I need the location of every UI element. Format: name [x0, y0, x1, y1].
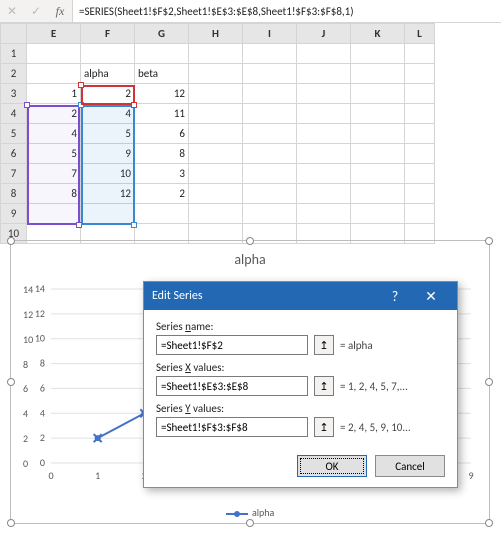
rowhead-7[interactable]: 7 — [1, 164, 27, 184]
series-x-result: = 1, 2, 4, 5, 7,... — [340, 380, 408, 393]
cell-G2[interactable]: beta — [135, 64, 189, 84]
rowhead-5[interactable]: 5 — [1, 124, 27, 144]
sheet-table: E F G H I J K L 1 2alphabeta 31212 42411… — [0, 23, 435, 244]
legend-marker-icon — [226, 513, 248, 515]
cell-F2[interactable]: alpha — [81, 64, 135, 84]
cell-G3[interactable]: 12 — [135, 84, 189, 104]
fx-icon[interactable]: fx — [48, 0, 72, 22]
series-y-label: Series Y values: — [156, 402, 445, 415]
cell-F7[interactable]: 10 — [81, 164, 135, 184]
cell-F4[interactable]: 4 — [81, 104, 135, 124]
rowhead-4[interactable]: 4 — [1, 104, 27, 124]
legend-label: alpha — [252, 506, 274, 519]
colhead-J[interactable]: J — [297, 24, 351, 44]
cell-E5[interactable]: 4 — [27, 124, 81, 144]
close-icon[interactable]: ✕ — [413, 288, 449, 305]
colhead-F[interactable]: F — [81, 24, 135, 44]
cell-E3[interactable]: 1 — [27, 84, 81, 104]
cell-F8[interactable]: 12 — [81, 184, 135, 204]
cell-G1[interactable] — [135, 44, 189, 64]
svg-text:1: 1 — [95, 469, 100, 482]
accept-formula-icon[interactable]: ✓ — [24, 0, 48, 22]
colhead-H[interactable]: H — [189, 24, 243, 44]
y-tick-label: 6 — [23, 382, 41, 395]
colhead-I[interactable]: I — [243, 24, 297, 44]
cell-F5[interactable]: 5 — [81, 124, 135, 144]
cell-E4[interactable]: 2 — [27, 104, 81, 124]
series-name-result: = alpha — [340, 339, 373, 352]
y-tick-label: 8 — [23, 358, 41, 371]
y-tick-label: 12 — [23, 308, 41, 321]
cell-G7[interactable]: 3 — [135, 164, 189, 184]
series-name-input[interactable]: =Sheet1!$F$2 — [156, 335, 308, 355]
rowhead-3[interactable]: 3 — [1, 84, 27, 104]
ok-button[interactable]: OK — [297, 455, 367, 477]
chart-legend[interactable]: alpha — [11, 506, 489, 519]
dialog-titlebar[interactable]: Edit Series ? ✕ — [144, 282, 457, 310]
svg-text:0: 0 — [48, 469, 53, 482]
select-all-corner[interactable] — [1, 24, 27, 44]
chart-title[interactable]: alpha — [11, 241, 489, 268]
colhead-L[interactable]: L — [405, 24, 435, 44]
cancel-button[interactable]: Cancel — [375, 455, 445, 477]
rowhead-8[interactable]: 8 — [1, 184, 27, 204]
collapse-dialog-icon[interactable]: ↥ — [314, 376, 334, 396]
colhead-G[interactable]: G — [135, 24, 189, 44]
cell-G6[interactable]: 8 — [135, 144, 189, 164]
colhead-E[interactable]: E — [27, 24, 81, 44]
cell-E6[interactable]: 5 — [27, 144, 81, 164]
collapse-dialog-icon[interactable]: ↥ — [314, 335, 334, 355]
spreadsheet-grid: E F G H I J K L 1 2alphabeta 31212 42411… — [0, 23, 501, 244]
series-y-input[interactable]: =Sheet1!$F$3:$F$8 — [156, 417, 308, 437]
series-x-input[interactable]: =Sheet1!$E$3:$E$8 — [156, 376, 308, 396]
rowhead-1[interactable]: 1 — [1, 44, 27, 64]
edit-series-dialog: Edit Series ? ✕ Series name: =Sheet1!$F$… — [143, 281, 458, 488]
cell-E1[interactable] — [27, 44, 81, 64]
y-tick-label: 4 — [23, 407, 41, 420]
y-tick-label: 2 — [23, 432, 41, 445]
collapse-dialog-icon[interactable]: ↥ — [314, 417, 334, 437]
formula-bar: ✕ ✓ fx =SERIES(Sheet1!$F$2,Sheet1!$E$3:$… — [0, 0, 501, 23]
cell-F6[interactable]: 9 — [81, 144, 135, 164]
y-tick-label: 14 — [23, 283, 41, 296]
cancel-formula-icon[interactable]: ✕ — [0, 0, 24, 22]
help-icon[interactable]: ? — [377, 288, 413, 305]
svg-text:9: 9 — [468, 469, 473, 482]
cell-E7[interactable]: 7 — [27, 164, 81, 184]
rowhead-9[interactable]: 9 — [1, 204, 27, 224]
cell-E2[interactable] — [27, 64, 81, 84]
series-x-label: Series X values: — [156, 361, 445, 374]
y-tick-label: 0 — [23, 457, 41, 470]
formula-input[interactable]: =SERIES(Sheet1!$F$2,Sheet1!$E$3:$E$8,She… — [72, 0, 501, 22]
colhead-K[interactable]: K — [351, 24, 405, 44]
cell-E8[interactable]: 8 — [27, 184, 81, 204]
cell-G8[interactable]: 2 — [135, 184, 189, 204]
dialog-title: Edit Series — [152, 289, 203, 303]
rowhead-6[interactable]: 6 — [1, 144, 27, 164]
rowhead-2[interactable]: 2 — [1, 64, 27, 84]
cell-G5[interactable]: 6 — [135, 124, 189, 144]
series-name-label: Series name: — [156, 320, 445, 333]
cell-F1[interactable] — [81, 44, 135, 64]
cell-F3[interactable]: 2 — [81, 84, 135, 104]
cell-G4[interactable]: 11 — [135, 104, 189, 124]
series-y-result: = 2, 4, 5, 9, 10... — [340, 421, 411, 434]
y-tick-label: 10 — [23, 333, 41, 346]
